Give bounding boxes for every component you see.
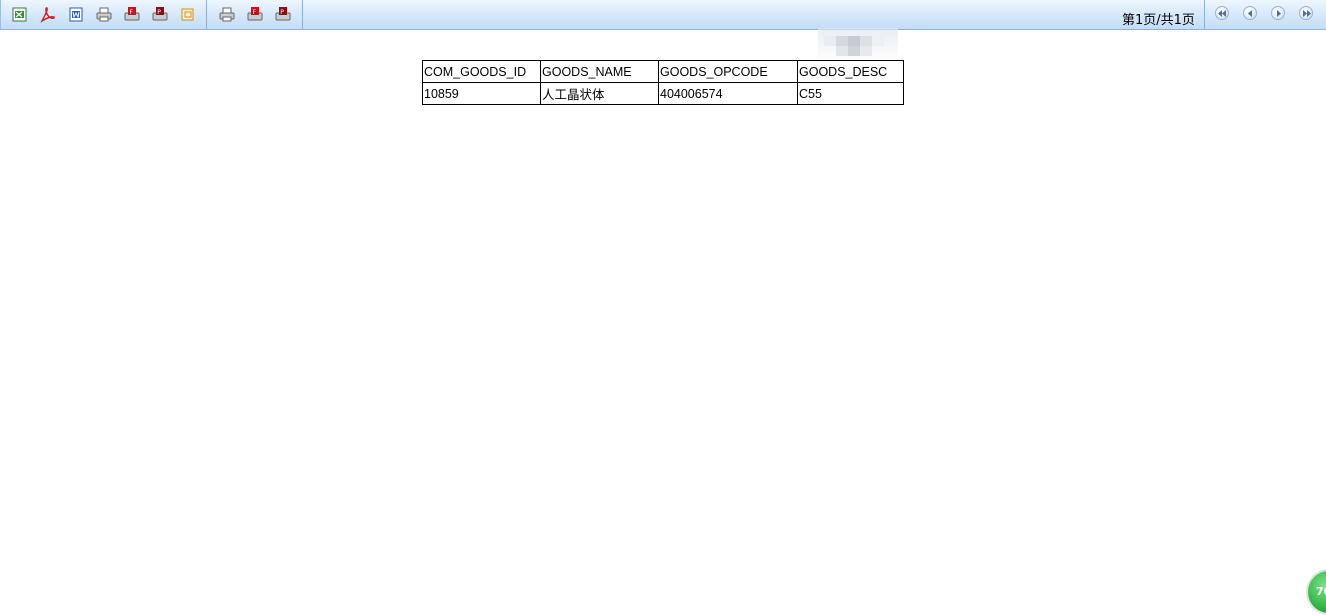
column-header: GOODS_DESC [797, 60, 904, 83]
svg-text:P: P [157, 9, 161, 16]
table-header-row: COM_GOODS_ID GOODS_NAME GOODS_OPCODE GOO… [422, 60, 904, 83]
prev-page-icon [1248, 10, 1252, 17]
word-export-icon [69, 7, 83, 22]
table-cell: C55 [797, 82, 904, 105]
print-button[interactable] [95, 6, 113, 23]
word-export-button[interactable] [67, 6, 85, 23]
table-cell: 10859 [422, 82, 541, 105]
next-page-icon [1277, 10, 1281, 17]
prev-page-button[interactable] [1243, 6, 1257, 20]
print-flash-button[interactable]: F [123, 6, 141, 23]
pdf-export-button[interactable] [39, 6, 57, 23]
table-cell: 404006574 [658, 82, 798, 105]
next-page-button[interactable] [1271, 6, 1285, 20]
print-flash-icon: F [247, 7, 263, 21]
print-pdf-button[interactable]: P [274, 6, 292, 23]
excel-export-icon [12, 7, 27, 22]
print-pdf-icon: P [275, 7, 291, 21]
export-button-group: F P [0, 0, 207, 29]
last-page-icon [1303, 10, 1311, 17]
report-table: COM_GOODS_ID GOODS_NAME GOODS_OPCODE GOO… [422, 60, 904, 105]
svg-text:F: F [130, 9, 134, 16]
export-html-button[interactable] [179, 6, 197, 23]
column-header: GOODS_OPCODE [658, 60, 798, 83]
print-button-group: F P [207, 0, 303, 29]
excel-export-button[interactable] [11, 6, 29, 23]
report-toolbar: F P F P 第1页/共1页 [0, 0, 1326, 30]
print-pdf-button[interactable]: P [151, 6, 169, 23]
table-row: 10859 人工晶状体 404006574 C55 [422, 82, 904, 105]
export-html-icon [181, 8, 194, 21]
table-cell: 人工晶状体 [540, 82, 659, 105]
page-info: 第1页/共1页 [1122, 13, 1195, 28]
first-page-icon [1218, 10, 1226, 17]
column-header: COM_GOODS_ID [422, 60, 541, 83]
pdf-export-icon [40, 7, 55, 23]
nav-divider [1204, 0, 1205, 29]
last-page-button[interactable] [1299, 6, 1313, 20]
status-badge[interactable]: 70 [1306, 569, 1326, 615]
print-pdf-icon: P [152, 7, 168, 21]
column-header: GOODS_NAME [540, 60, 659, 83]
print-icon [96, 7, 112, 22]
print-flash-button[interactable]: F [246, 6, 264, 23]
svg-text:F: F [253, 9, 257, 16]
first-page-button[interactable] [1215, 6, 1229, 20]
svg-text:P: P [280, 9, 284, 16]
badge-value: 70 [1316, 585, 1326, 598]
print-flash-icon: F [124, 7, 140, 21]
redacted-area [818, 28, 898, 62]
print-icon [219, 7, 235, 22]
print-button[interactable] [218, 6, 236, 23]
